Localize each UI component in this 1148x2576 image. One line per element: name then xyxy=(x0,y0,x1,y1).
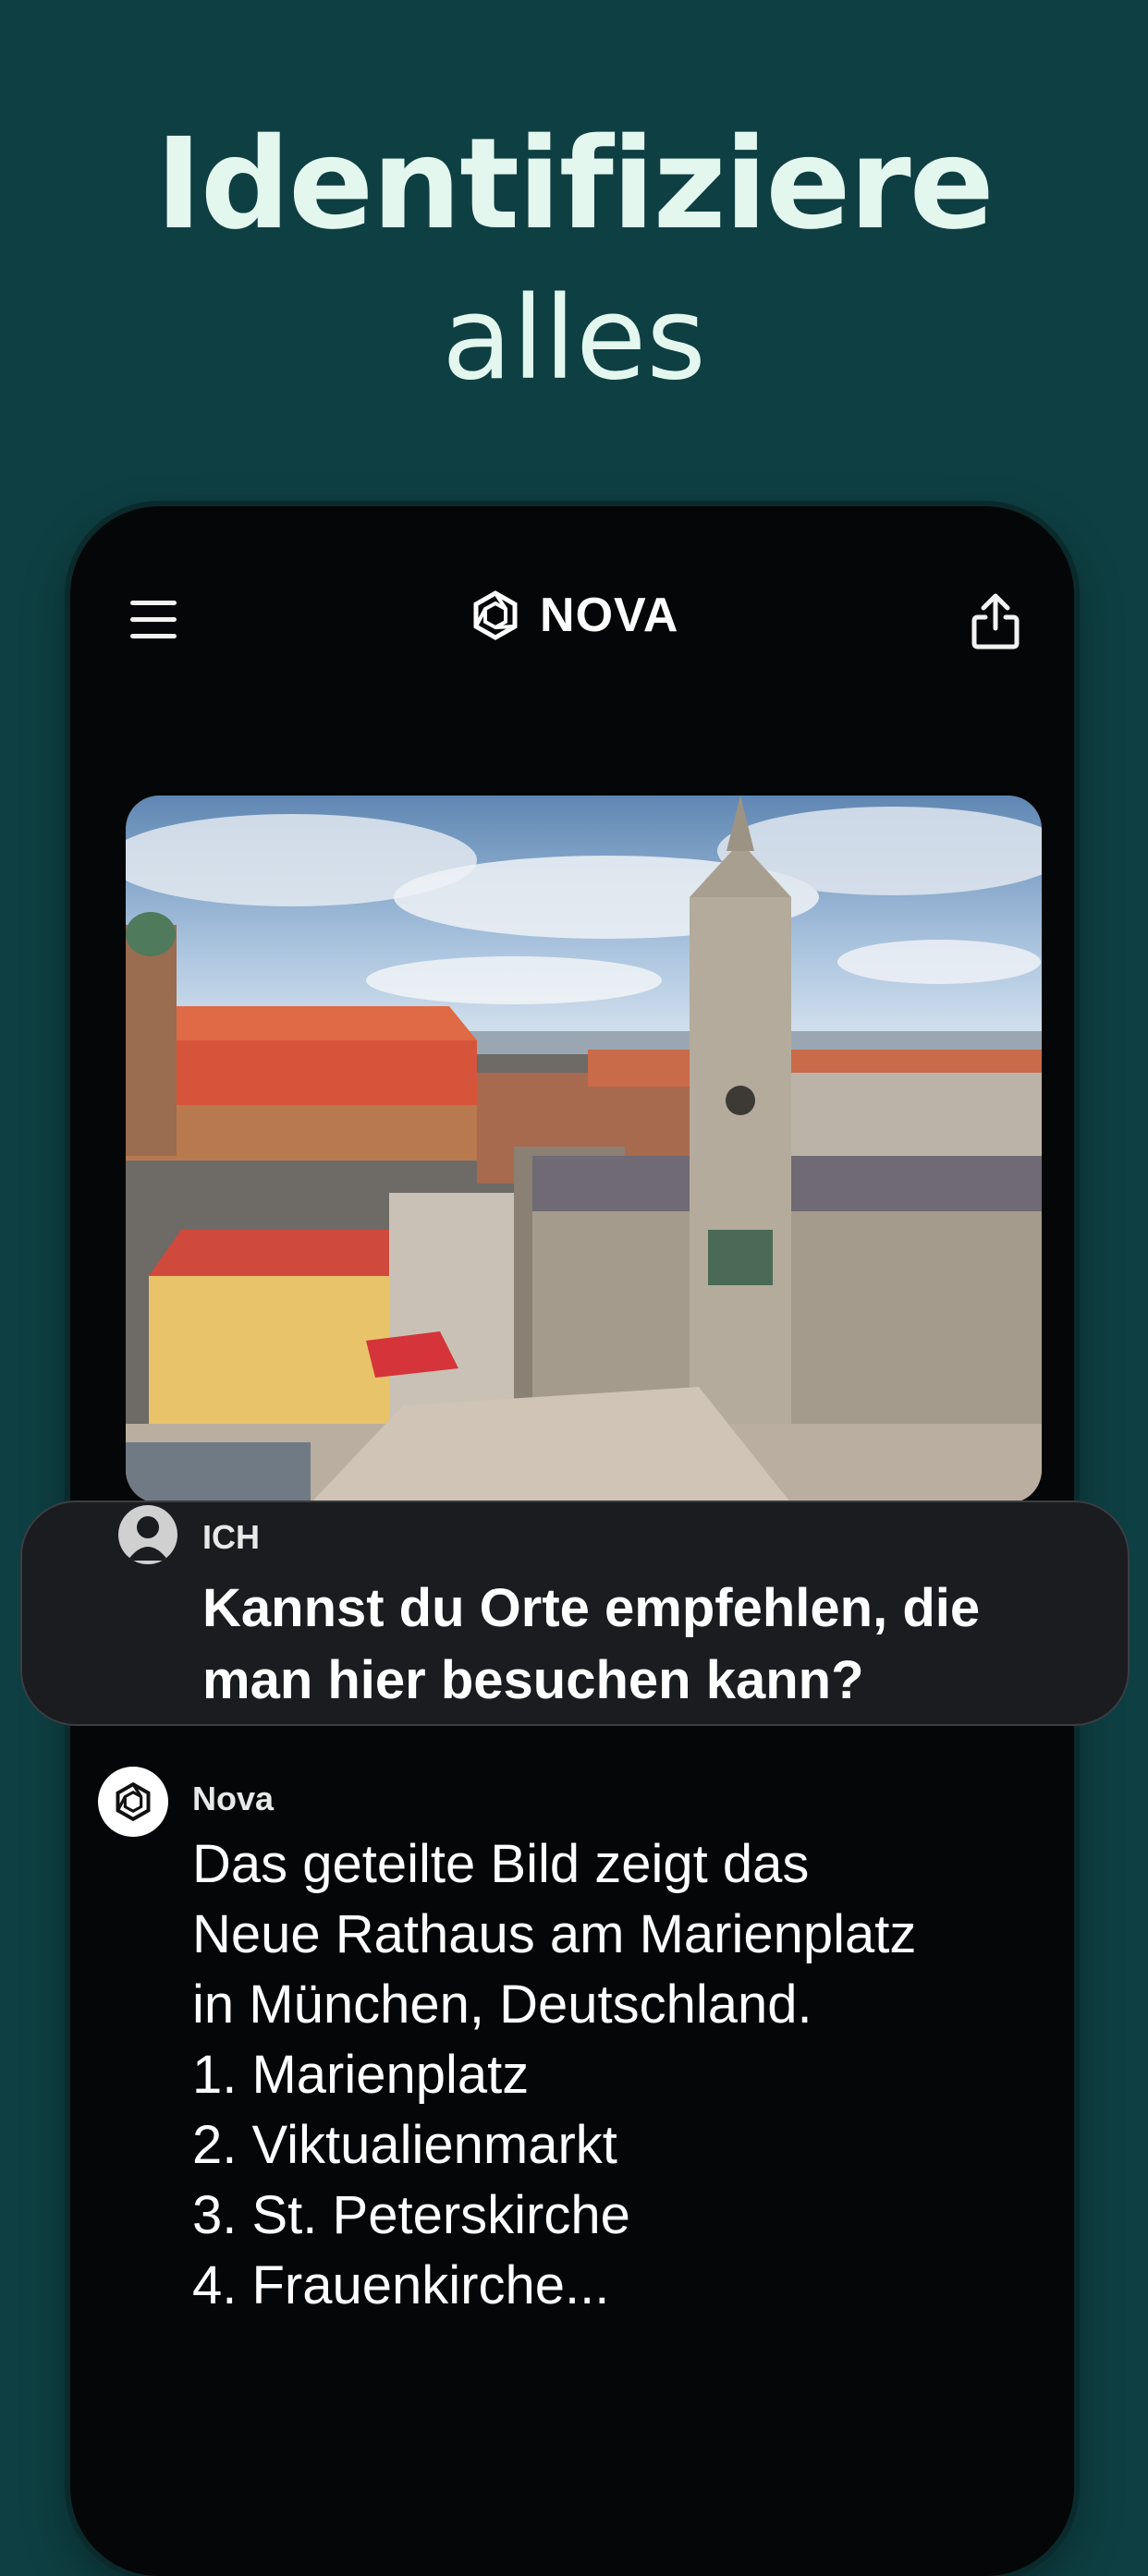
assistant-sender-label: Nova xyxy=(192,1780,275,1817)
nova-logo-icon xyxy=(473,590,518,640)
share-icon[interactable] xyxy=(969,591,1022,650)
user-avatar-icon xyxy=(118,1505,177,1564)
headline-line-1: Identifiziere xyxy=(155,112,995,258)
answer-list-item: 1. Marienplatz xyxy=(192,2045,530,2105)
user-message-text: Kannst du Orte empfehlen, die man hier b… xyxy=(202,1578,981,1710)
marketing-headline: Identifiziere alles xyxy=(0,120,1148,408)
answer-list-item: 3. St. Peterskirche xyxy=(192,2185,630,2245)
user-sender-label: ICH xyxy=(202,1518,260,1556)
answer-list-item: 4. Frauenkirche... xyxy=(192,2255,610,2315)
headline-line-2: alles xyxy=(442,273,706,406)
assistant-message-text: Das geteilte Bild zeigt das Neue Rathaus… xyxy=(192,1829,1006,2321)
answer-line: Das geteilte Bild zeigt das xyxy=(192,1834,810,1894)
app-name: NOVA xyxy=(540,589,679,642)
answer-list-item: 2. Viktualienmarkt xyxy=(192,2115,617,2175)
answer-line: in München, Deutschland. xyxy=(192,1975,812,2035)
nova-avatar-icon xyxy=(98,1767,168,1837)
munich-city-image xyxy=(126,796,1042,1503)
shared-photo[interactable] xyxy=(126,796,1042,1503)
answer-line: Neue Rathaus am Marienplatz xyxy=(192,1904,917,1964)
